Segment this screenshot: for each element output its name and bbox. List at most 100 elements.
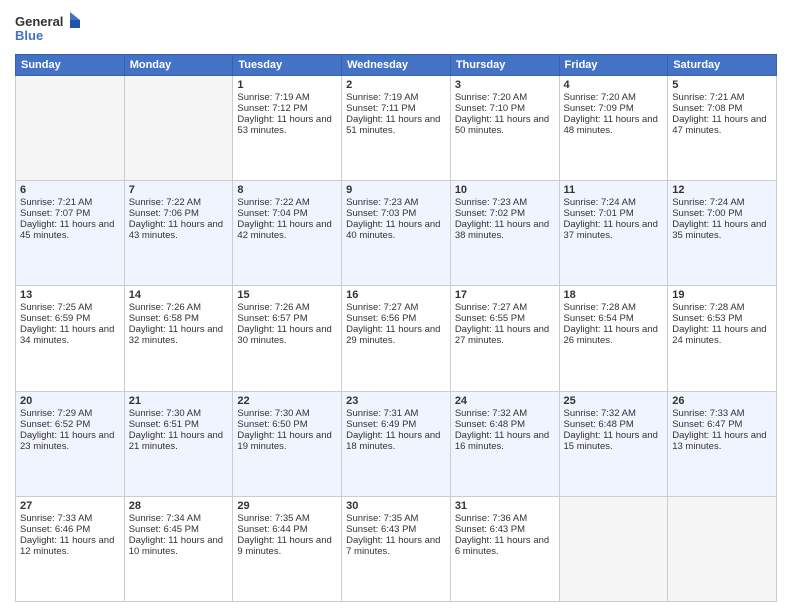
- day-info: Daylight: 11 hours and 37 minutes.: [564, 219, 664, 241]
- logo: GeneralBlue: [15, 10, 85, 46]
- day-number: 8: [237, 184, 337, 196]
- day-number: 16: [346, 289, 446, 301]
- svg-text:Blue: Blue: [15, 28, 43, 43]
- day-info: Sunset: 6:54 PM: [564, 313, 664, 324]
- calendar-cell: 23Sunrise: 7:31 AMSunset: 6:49 PMDayligh…: [342, 391, 451, 496]
- calendar-cell: 10Sunrise: 7:23 AMSunset: 7:02 PMDayligh…: [450, 181, 559, 286]
- day-number: 5: [672, 79, 772, 91]
- day-info: Daylight: 11 hours and 45 minutes.: [20, 219, 120, 241]
- day-number: 9: [346, 184, 446, 196]
- day-info: Daylight: 11 hours and 19 minutes.: [237, 430, 337, 452]
- calendar-cell: 14Sunrise: 7:26 AMSunset: 6:58 PMDayligh…: [124, 286, 233, 391]
- header: GeneralBlue: [15, 10, 777, 46]
- calendar-cell: 13Sunrise: 7:25 AMSunset: 6:59 PMDayligh…: [16, 286, 125, 391]
- day-info: Sunset: 7:08 PM: [672, 103, 772, 114]
- day-info: Sunrise: 7:28 AM: [564, 302, 664, 313]
- calendar-cell: [559, 496, 668, 601]
- day-info: Sunrise: 7:20 AM: [455, 92, 555, 103]
- day-info: Sunset: 6:45 PM: [129, 524, 229, 535]
- day-info: Sunset: 6:43 PM: [455, 524, 555, 535]
- day-info: Sunset: 6:48 PM: [455, 419, 555, 430]
- day-number: 7: [129, 184, 229, 196]
- calendar-cell: 4Sunrise: 7:20 AMSunset: 7:09 PMDaylight…: [559, 76, 668, 181]
- calendar-cell: 19Sunrise: 7:28 AMSunset: 6:53 PMDayligh…: [668, 286, 777, 391]
- day-info: Sunset: 7:03 PM: [346, 208, 446, 219]
- day-info: Sunrise: 7:34 AM: [129, 513, 229, 524]
- day-info: Daylight: 11 hours and 32 minutes.: [129, 324, 229, 346]
- day-info: Daylight: 11 hours and 23 minutes.: [20, 430, 120, 452]
- day-info: Sunset: 7:09 PM: [564, 103, 664, 114]
- day-info: Sunset: 6:59 PM: [20, 313, 120, 324]
- week-row-1: 6Sunrise: 7:21 AMSunset: 7:07 PMDaylight…: [16, 181, 777, 286]
- day-info: Sunset: 6:47 PM: [672, 419, 772, 430]
- day-info: Sunset: 6:48 PM: [564, 419, 664, 430]
- day-info: Sunset: 7:06 PM: [129, 208, 229, 219]
- day-info: Sunrise: 7:30 AM: [237, 408, 337, 419]
- day-info: Sunset: 6:51 PM: [129, 419, 229, 430]
- day-number: 6: [20, 184, 120, 196]
- day-info: Daylight: 11 hours and 50 minutes.: [455, 114, 555, 136]
- day-header-tuesday: Tuesday: [233, 55, 342, 76]
- day-info: Daylight: 11 hours and 6 minutes.: [455, 535, 555, 557]
- day-info: Sunrise: 7:23 AM: [455, 197, 555, 208]
- day-info: Daylight: 11 hours and 42 minutes.: [237, 219, 337, 241]
- day-number: 11: [564, 184, 664, 196]
- day-info: Daylight: 11 hours and 43 minutes.: [129, 219, 229, 241]
- day-info: Sunset: 6:53 PM: [672, 313, 772, 324]
- day-info: Daylight: 11 hours and 27 minutes.: [455, 324, 555, 346]
- day-info: Sunrise: 7:19 AM: [237, 92, 337, 103]
- day-number: 26: [672, 395, 772, 407]
- day-info: Sunrise: 7:28 AM: [672, 302, 772, 313]
- week-row-0: 1Sunrise: 7:19 AMSunset: 7:12 PMDaylight…: [16, 76, 777, 181]
- calendar-cell: 16Sunrise: 7:27 AMSunset: 6:56 PMDayligh…: [342, 286, 451, 391]
- day-number: 23: [346, 395, 446, 407]
- calendar-cell: 18Sunrise: 7:28 AMSunset: 6:54 PMDayligh…: [559, 286, 668, 391]
- day-info: Sunrise: 7:29 AM: [20, 408, 120, 419]
- day-number: 17: [455, 289, 555, 301]
- day-header-saturday: Saturday: [668, 55, 777, 76]
- calendar-cell: 27Sunrise: 7:33 AMSunset: 6:46 PMDayligh…: [16, 496, 125, 601]
- day-info: Sunrise: 7:32 AM: [564, 408, 664, 419]
- day-info: Daylight: 11 hours and 29 minutes.: [346, 324, 446, 346]
- calendar-cell: 29Sunrise: 7:35 AMSunset: 6:44 PMDayligh…: [233, 496, 342, 601]
- day-info: Daylight: 11 hours and 12 minutes.: [20, 535, 120, 557]
- day-info: Daylight: 11 hours and 24 minutes.: [672, 324, 772, 346]
- day-number: 31: [455, 500, 555, 512]
- calendar-cell: [124, 76, 233, 181]
- day-header-monday: Monday: [124, 55, 233, 76]
- day-info: Sunrise: 7:32 AM: [455, 408, 555, 419]
- day-info: Sunset: 6:44 PM: [237, 524, 337, 535]
- calendar-cell: 11Sunrise: 7:24 AMSunset: 7:01 PMDayligh…: [559, 181, 668, 286]
- day-info: Sunset: 7:04 PM: [237, 208, 337, 219]
- calendar-cell: 7Sunrise: 7:22 AMSunset: 7:06 PMDaylight…: [124, 181, 233, 286]
- day-info: Daylight: 11 hours and 15 minutes.: [564, 430, 664, 452]
- day-header-wednesday: Wednesday: [342, 55, 451, 76]
- week-row-4: 27Sunrise: 7:33 AMSunset: 6:46 PMDayligh…: [16, 496, 777, 601]
- day-info: Sunset: 7:00 PM: [672, 208, 772, 219]
- day-header-thursday: Thursday: [450, 55, 559, 76]
- day-info: Sunrise: 7:26 AM: [237, 302, 337, 313]
- calendar-cell: 31Sunrise: 7:36 AMSunset: 6:43 PMDayligh…: [450, 496, 559, 601]
- day-info: Sunrise: 7:26 AM: [129, 302, 229, 313]
- day-info: Daylight: 11 hours and 16 minutes.: [455, 430, 555, 452]
- calendar-cell: 3Sunrise: 7:20 AMSunset: 7:10 PMDaylight…: [450, 76, 559, 181]
- day-info: Sunrise: 7:31 AM: [346, 408, 446, 419]
- day-number: 3: [455, 79, 555, 91]
- calendar-cell: [668, 496, 777, 601]
- calendar-cell: 21Sunrise: 7:30 AMSunset: 6:51 PMDayligh…: [124, 391, 233, 496]
- svg-text:General: General: [15, 14, 63, 29]
- day-info: Sunrise: 7:19 AM: [346, 92, 446, 103]
- day-info: Sunset: 6:43 PM: [346, 524, 446, 535]
- calendar-cell: 24Sunrise: 7:32 AMSunset: 6:48 PMDayligh…: [450, 391, 559, 496]
- calendar-table: SundayMondayTuesdayWednesdayThursdayFrid…: [15, 54, 777, 602]
- day-info: Sunrise: 7:24 AM: [672, 197, 772, 208]
- day-info: Daylight: 11 hours and 51 minutes.: [346, 114, 446, 136]
- day-info: Sunrise: 7:22 AM: [237, 197, 337, 208]
- day-number: 25: [564, 395, 664, 407]
- day-info: Daylight: 11 hours and 26 minutes.: [564, 324, 664, 346]
- calendar-cell: 28Sunrise: 7:34 AMSunset: 6:45 PMDayligh…: [124, 496, 233, 601]
- day-info: Sunset: 6:52 PM: [20, 419, 120, 430]
- day-info: Sunrise: 7:33 AM: [20, 513, 120, 524]
- day-number: 20: [20, 395, 120, 407]
- day-info: Daylight: 11 hours and 38 minutes.: [455, 219, 555, 241]
